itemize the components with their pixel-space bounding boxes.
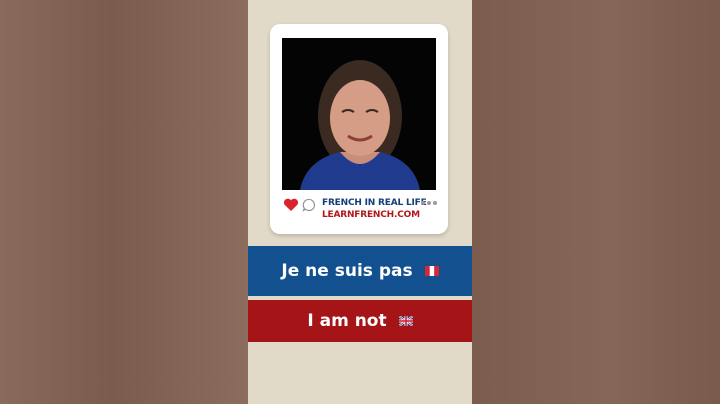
brand-name: FRENCH IN REAL LIFE [322,198,427,208]
more-dots-icon[interactable] [420,200,438,206]
blurred-background-left [0,0,248,404]
social-post-card: FRENCH IN REAL LIFE LEARNFRENCH.COM [270,24,448,234]
brand-website: LEARNFRENCH.COM [322,210,420,220]
french-caption-text: Je ne suis pas [281,261,413,281]
heart-icon[interactable] [283,198,299,212]
english-caption-text: I am not [307,311,387,331]
comment-icon[interactable] [302,198,316,212]
video-stage[interactable]: FRENCH IN REAL LIFE LEARNFRENCH.COM Je n… [248,0,472,404]
brand-text: FRENCH IN REAL LIFE LEARNFRENCH.COM [322,197,427,221]
french-caption-banner: Je ne suis pas [248,246,472,296]
post-footer: FRENCH IN REAL LIFE LEARNFRENCH.COM [282,196,440,228]
post-video-frame[interactable] [282,38,436,190]
blurred-background-right [472,0,720,404]
english-caption-banner: I am not [248,300,472,342]
presenter-image [282,38,436,190]
uk-flag-icon [398,316,413,326]
french-flag-icon [424,266,439,276]
